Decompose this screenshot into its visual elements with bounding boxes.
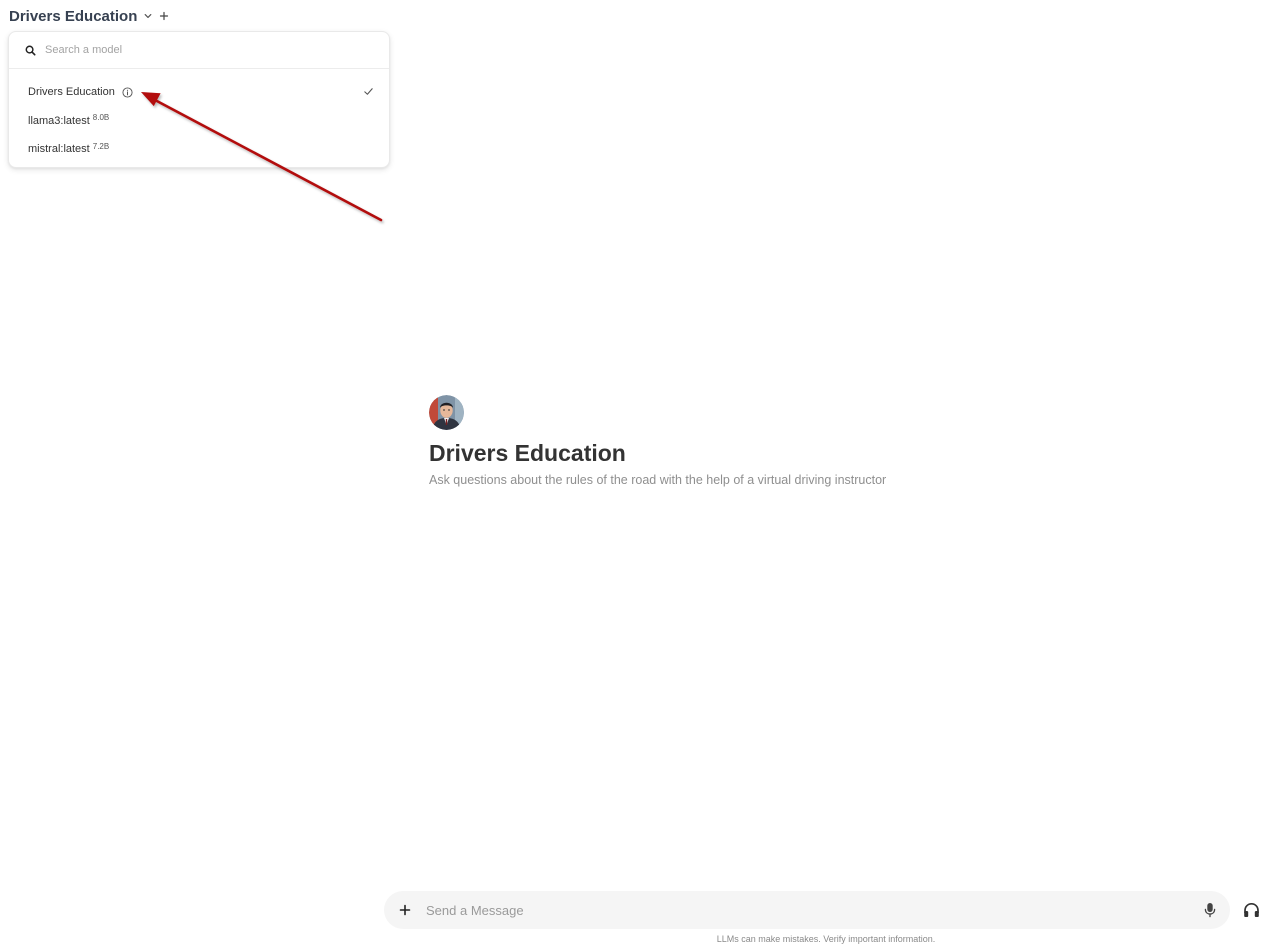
- search-icon: [25, 45, 36, 56]
- plus-icon: [399, 904, 411, 916]
- model-title: Drivers Education: [429, 440, 626, 466]
- info-icon[interactable]: [122, 87, 133, 98]
- checkmark-icon: [363, 86, 374, 100]
- model-search-row: [9, 32, 389, 69]
- disclaimer-text: LLMs can make mistakes. Verify important…: [716, 934, 936, 944]
- model-item-drivers-education[interactable]: Drivers Education: [9, 78, 389, 107]
- avatar: [429, 395, 464, 430]
- model-description: Ask questions about the rules of the roa…: [429, 473, 887, 487]
- microphone-icon: [1204, 903, 1216, 918]
- model-size-badge: 7.2B: [92, 141, 110, 151]
- model-item-label: llama3:latest: [28, 114, 90, 127]
- message-composer: [384, 891, 1230, 929]
- voice-mode-button[interactable]: [1240, 899, 1262, 921]
- headphones-icon: [1243, 902, 1259, 917]
- model-selector[interactable]: Drivers Education: [9, 6, 169, 26]
- model-size-badge: 8.0B: [92, 113, 110, 123]
- attach-button[interactable]: [385, 891, 425, 929]
- model-item-llama3[interactable]: llama3:latest 8.0B: [9, 107, 389, 136]
- model-item-mistral[interactable]: mistral:latest 7.2B: [9, 135, 389, 164]
- selected-model-name[interactable]: Drivers Education: [9, 8, 137, 25]
- model-item-label: mistral:latest: [28, 143, 90, 156]
- message-input[interactable]: [425, 902, 1190, 918]
- model-dropdown: Drivers Education llama3:latest 8.0B mis…: [8, 31, 390, 168]
- model-item-label: Drivers Education: [28, 86, 115, 99]
- model-search-input[interactable]: [45, 44, 345, 56]
- add-model-button[interactable]: [159, 11, 169, 21]
- voice-input-button[interactable]: [1190, 891, 1230, 929]
- welcome-panel: Drivers Education Ask questions about th…: [429, 395, 989, 487]
- plus-icon: [160, 11, 169, 21]
- model-list: Drivers Education llama3:latest 8.0B mis…: [9, 69, 389, 164]
- chevron-down-icon[interactable]: [143, 11, 153, 21]
